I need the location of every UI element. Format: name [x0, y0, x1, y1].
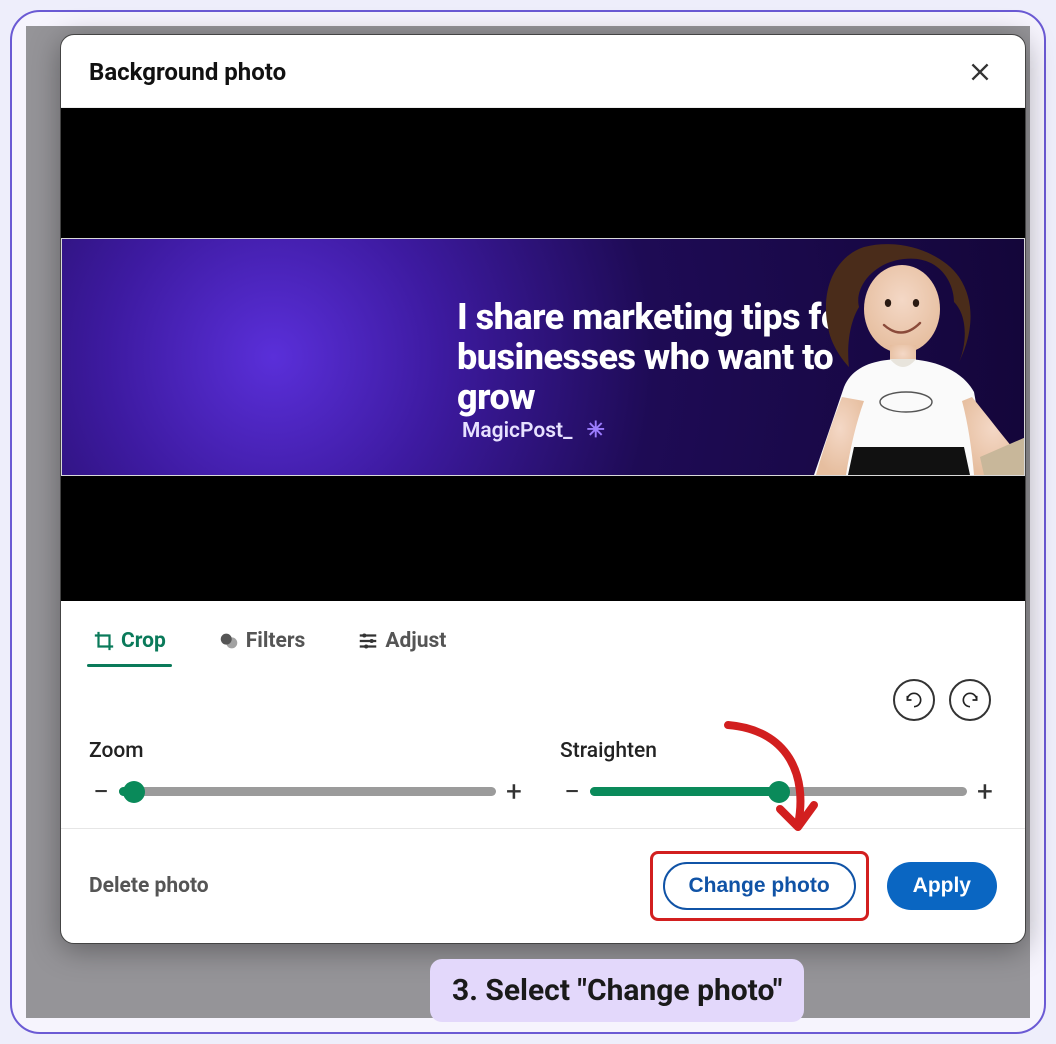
zoom-minus-button[interactable]: − [89, 775, 113, 808]
straighten-label: Straighten [560, 739, 997, 763]
photo-preview[interactable]: I share marketing tips for businesses wh… [61, 108, 1025, 601]
close-button[interactable] [963, 55, 997, 89]
zoom-slider-group: Zoom − + [89, 739, 526, 808]
modal-title: Background photo [89, 58, 286, 86]
straighten-plus-button[interactable]: + [973, 775, 997, 808]
apply-button[interactable]: Apply [887, 862, 997, 910]
step-caption: 3. Select "Change photo" [430, 959, 804, 1022]
tab-adjust[interactable]: Adjust [353, 619, 450, 667]
straighten-minus-button[interactable]: − [560, 775, 584, 808]
crop-icon [93, 630, 115, 652]
crop-region[interactable]: I share marketing tips for businesses wh… [61, 238, 1025, 476]
delete-photo-button[interactable]: Delete photo [89, 874, 209, 898]
tab-filters[interactable]: Filters [214, 619, 310, 667]
annotation-highlight-box: Change photo [650, 851, 869, 921]
banner-brand-text: MagicPost_ [462, 419, 572, 443]
modal-footer: Delete photo Change photo Apply [61, 828, 1025, 943]
zoom-thumb[interactable] [123, 781, 145, 803]
zoom-label: Zoom [89, 739, 526, 763]
rotate-buttons [893, 679, 991, 721]
rotate-ccw-button[interactable] [949, 679, 991, 721]
rotate-cw-button[interactable] [893, 679, 935, 721]
zoom-plus-button[interactable]: + [502, 775, 526, 808]
tab-crop-label: Crop [121, 629, 166, 653]
crop-controls: Zoom − + Straighten − [61, 689, 1025, 822]
tab-adjust-label: Adjust [385, 629, 446, 653]
straighten-slider-group: Straighten − + [560, 739, 997, 808]
modal-header: Background photo [61, 35, 1025, 108]
banner-brand: MagicPost_ ✳ [462, 418, 605, 443]
close-icon [967, 59, 993, 85]
rotate-cw-icon [904, 690, 924, 710]
edit-tabs: Crop Filters Adjust [61, 601, 1025, 667]
straighten-thumb[interactable] [768, 781, 790, 803]
background-photo-modal: Background photo I share marketing tips … [60, 34, 1026, 944]
adjust-icon [357, 630, 379, 652]
rotate-ccw-icon [960, 690, 980, 710]
banner-person-illustration [794, 238, 1024, 475]
filters-icon [218, 630, 240, 652]
sparkle-icon: ✳ [586, 418, 604, 443]
tab-filters-label: Filters [246, 629, 306, 653]
change-photo-button[interactable]: Change photo [663, 862, 856, 910]
tab-crop[interactable]: Crop [89, 619, 170, 667]
straighten-slider[interactable] [590, 782, 967, 802]
zoom-slider[interactable] [119, 782, 496, 802]
